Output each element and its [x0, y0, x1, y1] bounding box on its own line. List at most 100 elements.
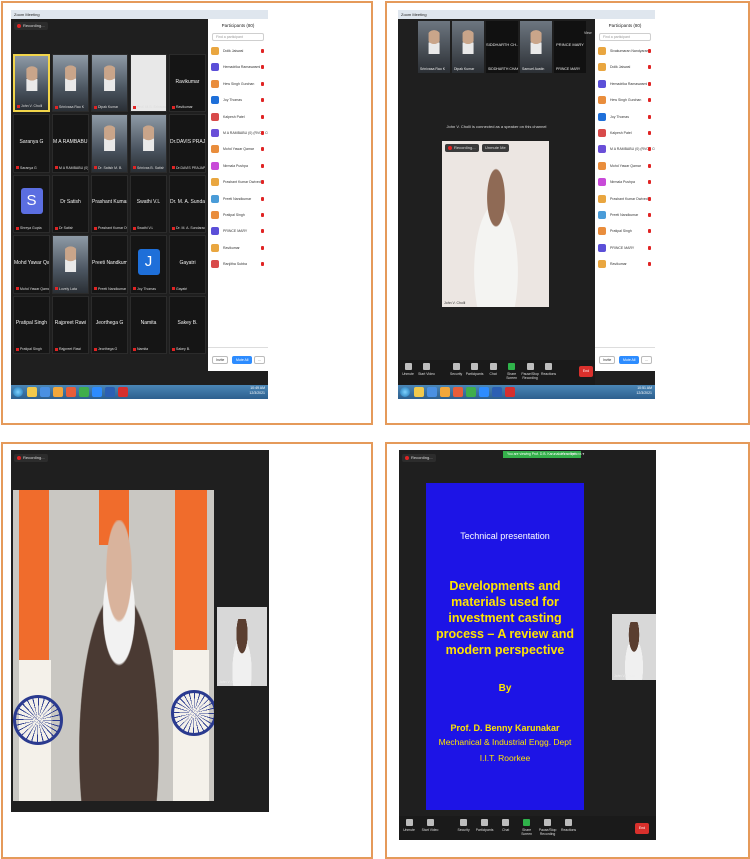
participant-row[interactable]: M A RAMBABU (0) (RVCE COLL...: [208, 125, 268, 141]
muted-mic-icon[interactable]: [648, 212, 651, 217]
muted-mic-icon[interactable]: [261, 65, 264, 70]
muted-mic-icon[interactable]: [261, 49, 264, 53]
participant-row[interactable]: PRINCE MARY: [208, 223, 268, 239]
muted-mic-icon[interactable]: [261, 163, 264, 168]
chrome-icon[interactable]: [466, 387, 476, 397]
chrome-icon[interactable]: [79, 387, 89, 397]
participant-row[interactable]: Hew Singh Gurchan: [595, 92, 655, 108]
mute-all-button[interactable]: Mute All: [232, 356, 253, 364]
recording-indicator[interactable]: Recording...: [14, 454, 48, 462]
participant-row[interactable]: Nirmala Pushpa: [208, 158, 268, 174]
muted-mic-icon[interactable]: [261, 98, 264, 103]
participant-tile[interactable]: Sakey B. Sakey B.: [169, 295, 206, 354]
participant-tile[interactable]: Lovely Lata: [52, 235, 89, 294]
end-meeting-button[interactable]: End: [579, 366, 593, 377]
muted-mic-icon[interactable]: [648, 229, 651, 234]
end-meeting-button[interactable]: End: [635, 823, 649, 834]
muted-mic-icon[interactable]: [648, 98, 651, 103]
strip-video-tile[interactable]: Samuel Austin: [520, 21, 552, 73]
participant-tile[interactable]: Preeti Nandkum... Preeti Nandkumar: [91, 235, 128, 294]
participant-tile[interactable]: Dr.DAVIS PRAJ... Dr.DAVIS PRAJAPATI: [169, 114, 206, 173]
muted-mic-icon[interactable]: [648, 196, 651, 201]
participant-row[interactable]: Mohd Yawar Qamar: [595, 158, 655, 174]
browser-icon[interactable]: [427, 387, 437, 397]
participant-row[interactable]: Ravikumar: [208, 240, 268, 256]
participant-row[interactable]: Mohd Yawar Qamar: [208, 141, 268, 157]
participant-row[interactable]: Hemadrika Ramaswami: [595, 76, 655, 92]
participant-row[interactable]: Preeti Nandkumar: [595, 207, 655, 223]
start-button-icon[interactable]: [13, 387, 23, 397]
folder-icon[interactable]: [440, 387, 450, 397]
participant-tile[interactable]: Dr Satish Dr Satish: [52, 174, 89, 234]
explorer-icon[interactable]: [27, 387, 37, 397]
reactions-button[interactable]: Reactions: [559, 819, 579, 832]
recording-indicator[interactable]: Recording...: [14, 22, 48, 30]
participant-tile[interactable]: John V. Cholli: [13, 54, 50, 113]
mute-all-button[interactable]: Mute All: [619, 356, 640, 364]
participant-row[interactable]: Prashant Kumar Dwivedi: [208, 174, 268, 190]
participant-row[interactable]: Hew Singh Gurchan: [208, 76, 268, 92]
pdf-icon[interactable]: [505, 387, 515, 397]
view-button[interactable]: View: [584, 30, 592, 37]
participant-tile[interactable]: Jeorthega G Jeorthega G: [91, 295, 128, 354]
participant-row[interactable]: Ranjitha Subba: [208, 256, 268, 272]
participant-row[interactable]: Kalpesh Patel: [208, 109, 268, 125]
participant-tile[interactable]: Prof. M.S. Srinivasa Rao: [130, 54, 167, 113]
participant-tile[interactable]: Srinivasa Rao K: [52, 54, 89, 113]
strip-video-tile[interactable]: Dipak Kumar: [452, 21, 484, 73]
participant-tile[interactable]: M A RAMBABU (... M A RAMBABU (0) (RVCE CO…: [52, 114, 89, 173]
muted-mic-icon[interactable]: [648, 130, 651, 135]
more-button[interactable]: ...: [254, 356, 265, 364]
media-icon[interactable]: [66, 387, 76, 397]
participant-tile[interactable]: Swathi V.L Swathi V.L: [130, 174, 167, 234]
chat-button[interactable]: Chat: [496, 819, 516, 832]
word-icon[interactable]: [492, 387, 502, 397]
participant-tile[interactable]: Namita Namita: [130, 295, 167, 354]
muted-mic-icon[interactable]: [648, 262, 651, 267]
folder-icon[interactable]: [53, 387, 63, 397]
participant-row[interactable]: Sivakumaran Nandyaram: [595, 43, 655, 59]
participant-row[interactable]: M A RAMBABU (0) (RVCE COLL...: [595, 141, 655, 157]
participant-tile[interactable]: Ravikumar Ravikumar: [169, 54, 206, 113]
zoom-app-icon[interactable]: [92, 387, 102, 397]
participant-tile[interactable]: Dipak Kumar: [91, 54, 128, 113]
more-button[interactable]: ...: [641, 356, 652, 364]
muted-mic-icon[interactable]: [648, 147, 651, 152]
participant-tile[interactable]: Rajpreet Rawi Rajpreet Rawi: [52, 295, 89, 354]
muted-mic-icon[interactable]: [648, 180, 651, 185]
media-icon[interactable]: [453, 387, 463, 397]
browser-icon[interactable]: [40, 387, 50, 397]
security-button[interactable]: Security: [454, 819, 474, 832]
participant-row[interactable]: Joy Thomas: [208, 92, 268, 108]
muted-mic-icon[interactable]: [261, 180, 264, 185]
muted-mic-icon[interactable]: [261, 130, 264, 135]
recording-indicator[interactable]: Recording...: [402, 454, 436, 462]
invite-button[interactable]: Invite: [212, 356, 229, 364]
muted-mic-icon[interactable]: [648, 114, 651, 119]
participant-row[interactable]: Pratipal Singh: [208, 207, 268, 223]
muted-mic-icon[interactable]: [261, 196, 264, 201]
participant-search-input[interactable]: Find a participant: [212, 33, 264, 41]
participant-tile[interactable]: Prashant Kumar... Prashant Kumar Dwivedi: [91, 174, 128, 234]
muted-mic-icon[interactable]: [261, 212, 264, 217]
start-button-icon[interactable]: [400, 387, 410, 397]
pdf-icon[interactable]: [118, 387, 128, 397]
zoom-app-icon[interactable]: [479, 387, 489, 397]
participant-search-input[interactable]: Find a participant: [599, 33, 651, 41]
participant-tile[interactable]: Pratipal Singh Pratipal Singh: [13, 295, 50, 354]
participant-row[interactable]: Dolik Jaiswal: [595, 59, 655, 75]
participant-row[interactable]: Prashant Kumar Dwivedi: [595, 191, 655, 207]
explorer-icon[interactable]: [414, 387, 424, 397]
participant-row[interactable]: Ravikumar: [595, 256, 655, 272]
participants-button[interactable]: Participants: [475, 819, 495, 832]
participant-row[interactable]: Hemadrika Ramaswami: [208, 59, 268, 75]
muted-mic-icon[interactable]: [648, 163, 651, 168]
participant-tile[interactable]: Gayatri Gayatri: [169, 235, 206, 294]
muted-mic-icon[interactable]: [261, 229, 264, 234]
share-screen-button[interactable]: Share Screen: [517, 819, 537, 836]
chat-button[interactable]: Chat: [483, 363, 503, 376]
participant-tile[interactable]: Dr. M. A. Sunda... Dr. M. A. Sundaradaran: [169, 174, 206, 234]
start-video-button[interactable]: Start Video: [420, 819, 440, 832]
security-button[interactable]: Security: [446, 363, 466, 376]
participants-button[interactable]: Participants: [465, 363, 485, 376]
